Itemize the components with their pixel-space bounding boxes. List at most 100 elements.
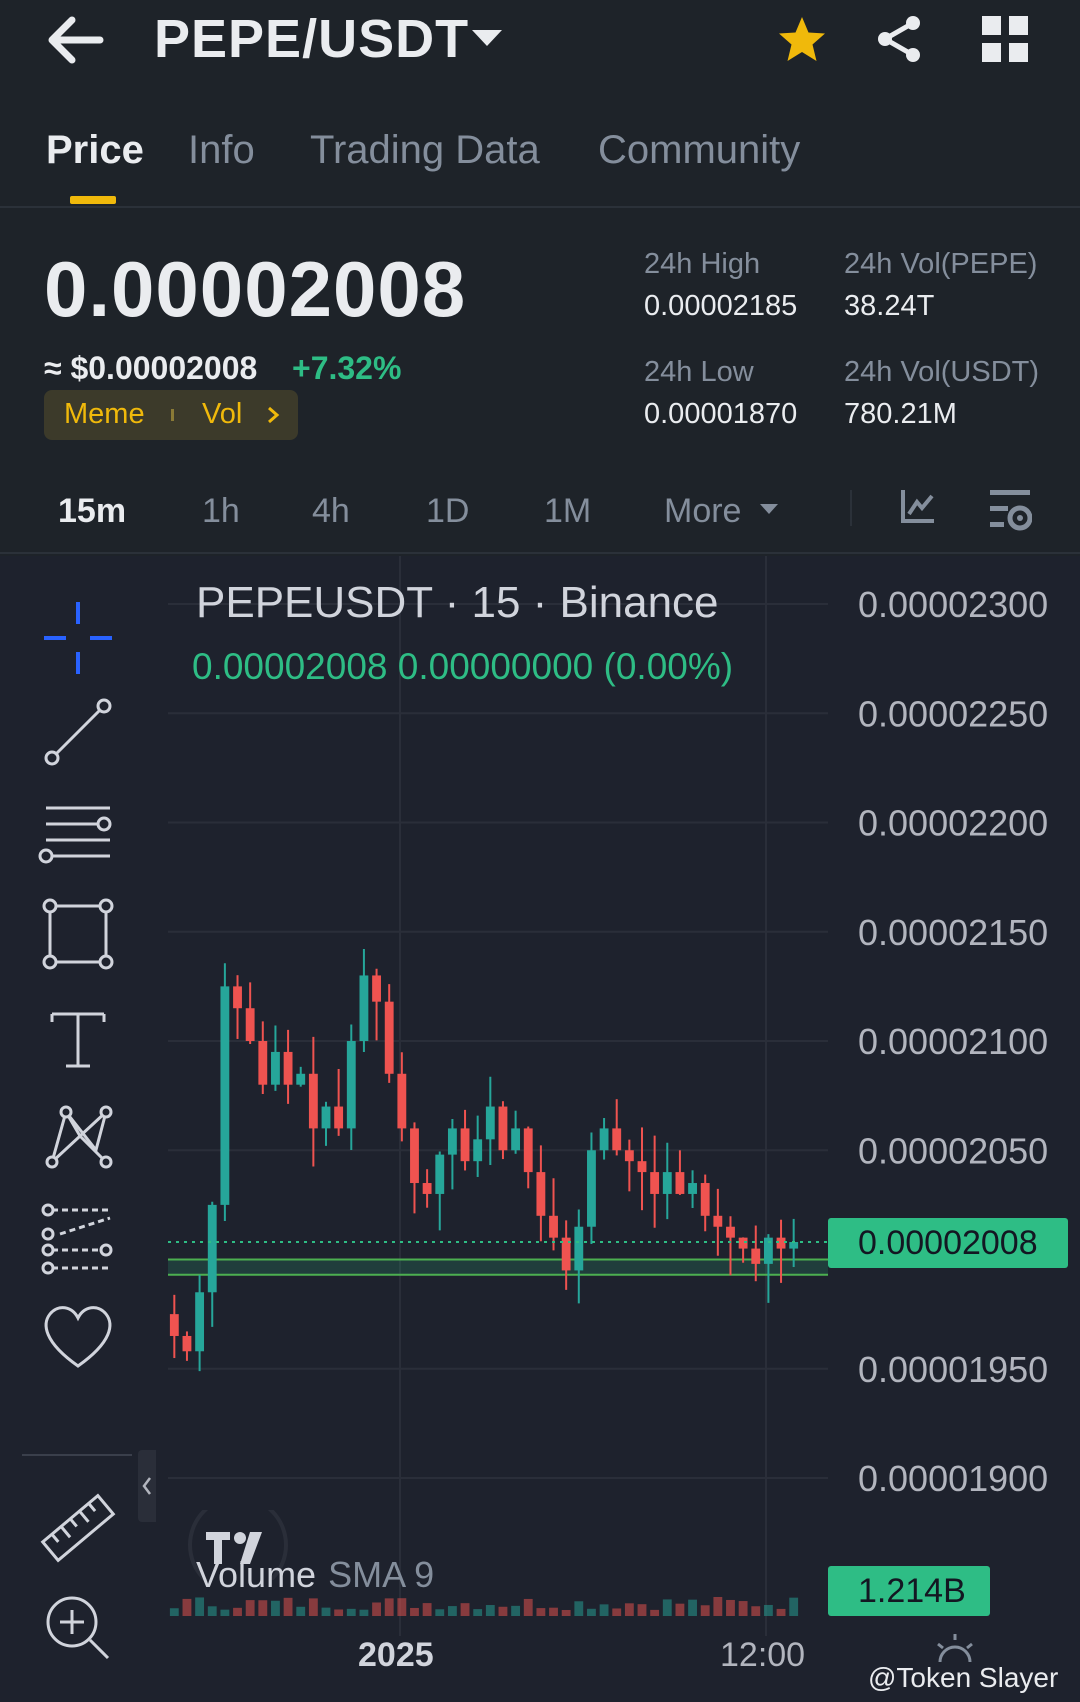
candle-body [258, 1041, 268, 1085]
volume-bar [245, 1600, 255, 1616]
vol-base-value: 38.24T [844, 290, 935, 322]
price-change-percent: +7.32% [292, 350, 402, 386]
volume-bar [435, 1609, 445, 1616]
volume-bar [789, 1597, 799, 1616]
volume-bar [688, 1599, 697, 1616]
chevron-left-icon [142, 1477, 151, 1495]
candle-body [549, 1215, 558, 1238]
tab-trading-data[interactable]: Trading Data [310, 128, 540, 173]
volume-bar [308, 1598, 318, 1616]
volume-bar [713, 1596, 723, 1616]
interval-1m[interactable]: 1M [544, 492, 591, 531]
candle-body [511, 1128, 521, 1151]
tab-price[interactable]: Price [46, 128, 144, 173]
favorite-star-icon[interactable] [776, 14, 828, 66]
active-tab-indicator [70, 196, 116, 204]
share-icon[interactable] [874, 14, 924, 64]
trend-line-icon[interactable] [36, 690, 120, 774]
interval-1h[interactable]: 1h [202, 492, 240, 531]
low-24h-label: 24h Low [644, 356, 754, 388]
volume-bar [473, 1609, 483, 1616]
candle-body [587, 1150, 596, 1227]
volume-bar [207, 1606, 217, 1616]
volume-bar [182, 1598, 192, 1616]
candle-body [271, 1051, 280, 1085]
interval-1d[interactable]: 1D [426, 492, 469, 531]
current-price-tag: 0.00002008 [828, 1218, 1068, 1268]
volume-bar [372, 1602, 381, 1616]
interval-15m[interactable]: 15m [58, 492, 126, 531]
theme-toggle-icon[interactable] [934, 1632, 976, 1662]
high-24h-label: 24h High [644, 248, 761, 280]
volume-bar [346, 1608, 356, 1616]
ohlc-readout: 0.00002008 0.00000000 (0.00%) [192, 646, 734, 687]
candle-body [637, 1161, 647, 1173]
pair-dropdown-caret-icon[interactable] [472, 30, 502, 46]
current-price-tag-value: 0.00002008 [858, 1224, 1038, 1262]
indicator-chart-icon[interactable] [900, 488, 936, 524]
x-axis-label-2025: 2025 [358, 1636, 434, 1674]
ruler-measure-icon[interactable] [36, 1486, 120, 1570]
volume-bar [523, 1598, 533, 1616]
candle-body [776, 1237, 786, 1249]
crosshair-icon[interactable] [36, 596, 120, 680]
interval-more[interactable]: More [664, 492, 741, 531]
candle-body [308, 1073, 318, 1129]
forecast-tool-icon[interactable] [36, 1196, 120, 1280]
volume-bar [485, 1605, 495, 1616]
x-axis-label-1200: 12:00 [720, 1636, 806, 1674]
candle-body [498, 1106, 508, 1151]
interval-4h[interactable]: 4h [312, 492, 350, 531]
back-arrow-icon[interactable] [46, 14, 104, 66]
pattern-tool-icon[interactable] [36, 1092, 120, 1176]
text-tool-icon[interactable] [36, 996, 120, 1080]
volume-bar [384, 1598, 394, 1616]
chart-settings-icon[interactable] [988, 488, 1032, 532]
volume-bar [561, 1609, 571, 1616]
favorites-heart-icon[interactable] [36, 1294, 120, 1378]
volume-bar [612, 1608, 622, 1616]
candle-body [233, 986, 242, 1009]
candle-body [220, 986, 230, 1205]
candle-body [372, 975, 381, 1002]
volume-bar [776, 1608, 786, 1616]
candle-body [738, 1237, 748, 1249]
volume-bar [460, 1603, 470, 1616]
volume-bar [169, 1608, 179, 1616]
tags-chip[interactable]: Meme Vol [44, 390, 298, 440]
vol-base-label: 24h Vol(PEPE) [844, 248, 1038, 280]
volume-bar [334, 1609, 344, 1616]
candle-body [384, 1001, 394, 1074]
zoom-in-icon[interactable] [36, 1586, 120, 1670]
tag-meme: Meme [64, 398, 145, 430]
candle-body [245, 1008, 255, 1041]
candle-body [397, 1073, 407, 1129]
header: PEPE/USDT [0, 0, 1080, 82]
horizontal-lines-icon[interactable] [36, 794, 120, 878]
candle-body [435, 1154, 445, 1194]
candle-body [688, 1183, 697, 1194]
volume-bar [650, 1609, 660, 1616]
candle-body [599, 1128, 609, 1151]
usd-price: ≈ $0.00002008 [44, 350, 258, 386]
candle-body [536, 1172, 546, 1216]
y-tick-label: 0.00001900 [858, 1458, 1048, 1499]
tag-separator [171, 409, 174, 421]
tab-info[interactable]: Info [188, 128, 255, 173]
last-price: 0.00002008 [44, 245, 467, 333]
candle-body [713, 1215, 723, 1227]
y-tick-label: 0.00001950 [858, 1349, 1048, 1390]
volume-sma-label: SMA 9 [328, 1554, 435, 1595]
candlestick-chart[interactable]: 0.00002300 0.00002250 0.00002200 0.00002150… [0, 556, 1080, 1702]
toolbar-separator [22, 1454, 132, 1456]
interval-divider [850, 490, 852, 526]
collapse-toolbar-button[interactable] [138, 1450, 156, 1522]
candle-body [207, 1204, 217, 1293]
volume-bar [359, 1609, 369, 1616]
candle-body [700, 1183, 710, 1216]
pair-title[interactable]: PEPE/USDT [154, 8, 469, 70]
grid-menu-icon[interactable] [982, 16, 1028, 62]
tab-community[interactable]: Community [598, 128, 800, 173]
rectangle-tool-icon[interactable] [36, 892, 120, 976]
candle-body [650, 1172, 660, 1194]
